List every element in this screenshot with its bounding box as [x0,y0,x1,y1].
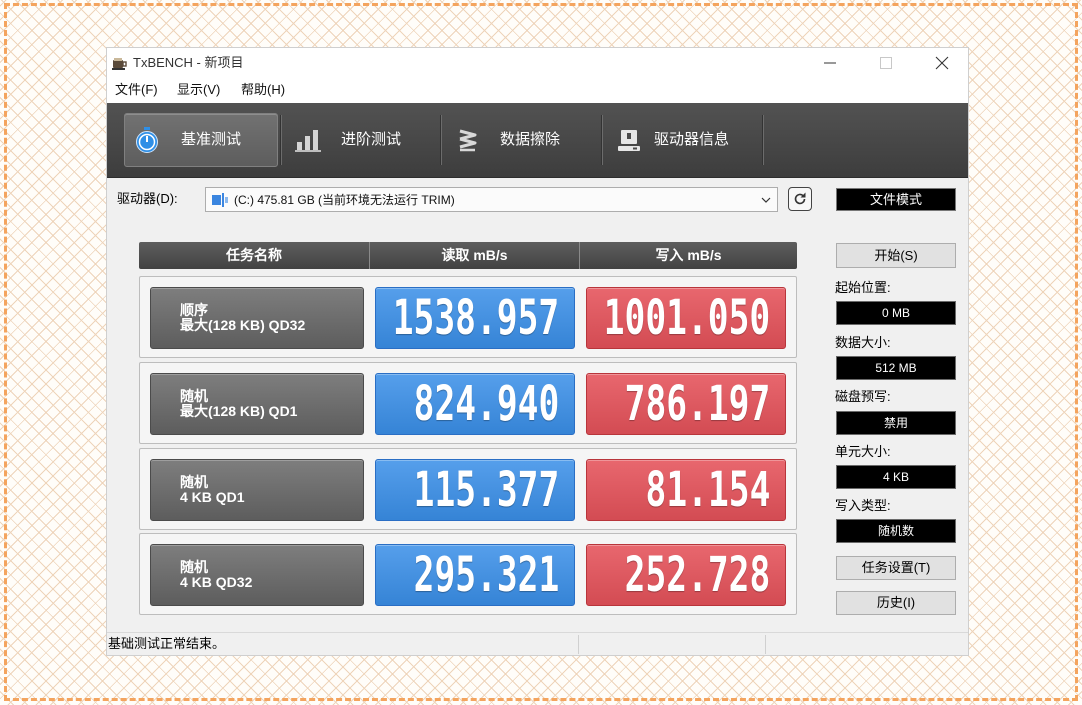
write-speed-value: 786.197 [624,376,770,432]
menu-help[interactable]: 帮助(H) [241,83,285,97]
tab-benchmark[interactable]: 基准测试 [124,113,278,167]
task-button[interactable]: 随机 最大(128 KB) QD1 [150,373,364,435]
read-speed-box: 1538.957 [375,287,575,349]
tab-drive-info-label: 驱动器信息 [654,131,730,148]
task-settings-button[interactable]: 任务设置(T) [836,556,956,580]
tab-erase-label: 数据擦除 [500,131,561,148]
minimize-icon[interactable] [823,56,837,70]
read-speed-box: 824.940 [375,373,575,435]
status-bar: 基础测试正常结束。 [107,632,968,655]
task-detail: 4 KB QD1 [180,489,245,505]
erase-wave-icon [459,129,477,152]
status-separator [765,635,766,654]
read-speed-value: 824.940 [413,376,559,432]
task-type: 随机 [180,559,208,575]
toolbar-separator [440,115,442,165]
start-position-label: 起始位置: [835,280,891,295]
main-toolbar: 基准测试 进阶测试 数据擦除 驱动器信息 [107,103,968,178]
table-row: 随机 最大(128 KB) QD1 824.940 786.197 [139,362,797,444]
maximize-icon[interactable] [879,56,893,70]
header-read: 读取 mB/s [369,242,579,269]
unit-size-value[interactable]: 4 KB [836,465,956,489]
drive-info-icon [618,130,640,151]
read-speed-box: 295.321 [375,544,575,606]
app-window: TxBENCH - 新项目 文件(F) 显示(V) 帮助(H) 基准测试 进阶测… [107,48,968,655]
write-speed-box: 786.197 [586,373,786,435]
menu-bar: 文件(F) 显示(V) 帮助(H) [107,78,968,103]
write-speed-box: 252.728 [586,544,786,606]
results-table-header: 任务名称 读取 mB/s 写入 mB/s [139,242,797,269]
chevron-down-icon [761,197,771,203]
start-button[interactable]: 开始(S) [836,243,956,268]
header-write: 写入 mB/s [579,242,797,269]
drive-select-value: (C:) 475.81 GB (当前环境无法运行 TRIM) [234,193,455,207]
task-type: 顺序 [180,302,208,318]
unit-size-label: 单元大小: [835,444,891,459]
task-button[interactable]: 随机 4 KB QD32 [150,544,364,606]
task-button[interactable]: 随机 4 KB QD1 [150,459,364,521]
tab-drive-info[interactable]: 驱动器信息 [608,113,762,167]
write-speed-value: 81.154 [645,462,770,518]
app-icon [112,58,127,70]
status-separator [578,635,579,654]
task-detail: 最大(128 KB) QD1 [180,403,298,419]
title-bar[interactable]: TxBENCH - 新项目 [107,48,968,78]
read-speed-value: 1538.957 [392,290,559,346]
write-speed-box: 81.154 [586,459,786,521]
drive-label: 驱动器(D): [117,191,178,206]
pre-write-label: 磁盘预写: [835,389,891,404]
window-title: TxBENCH - 新项目 [133,55,244,70]
file-mode-button[interactable]: 文件模式 [836,188,956,211]
drive-icon [212,193,228,207]
write-type-value[interactable]: 随机数 [836,519,956,543]
task-type: 随机 [180,474,208,490]
write-speed-value: 1001.050 [603,290,770,346]
refresh-icon [794,192,806,205]
data-size-label: 数据大小: [835,335,891,350]
refresh-button[interactable] [788,187,812,211]
stopwatch-icon [136,127,158,153]
tab-erase[interactable]: 数据擦除 [446,113,600,167]
menu-file[interactable]: 文件(F) [115,83,158,97]
read-speed-box: 115.377 [375,459,575,521]
write-type-label: 写入类型: [835,498,891,513]
table-row: 随机 4 KB QD32 295.321 252.728 [139,533,797,615]
toolbar-separator [601,115,603,165]
table-row: 随机 4 KB QD1 115.377 81.154 [139,448,797,530]
read-speed-value: 115.377 [413,462,559,518]
task-button[interactable]: 顺序 最大(128 KB) QD32 [150,287,364,349]
history-button[interactable]: 历史(I) [836,591,956,615]
toolbar-separator [280,115,282,165]
tab-advanced-label: 进阶测试 [341,131,402,148]
task-type: 随机 [180,388,208,404]
menu-view[interactable]: 显示(V) [177,83,220,97]
pre-write-value[interactable]: 禁用 [836,411,956,435]
start-position-value[interactable]: 0 MB [836,301,956,325]
close-icon[interactable] [935,56,949,70]
task-detail: 4 KB QD32 [180,574,253,590]
task-detail: 最大(128 KB) QD32 [180,317,306,333]
read-speed-value: 295.321 [413,547,559,603]
drive-select[interactable]: (C:) 475.81 GB (当前环境无法运行 TRIM) [205,187,778,212]
header-task-name: 任务名称 [226,247,282,263]
table-row: 顺序 最大(128 KB) QD32 1538.957 1001.050 [139,276,797,358]
tab-benchmark-label: 基准测试 [181,131,242,148]
toolbar-separator [762,115,764,165]
data-size-value[interactable]: 512 MB [836,356,956,380]
tab-advanced[interactable]: 进阶测试 [285,113,439,167]
write-speed-box: 1001.050 [586,287,786,349]
bar-chart-icon [295,130,321,152]
write-speed-value: 252.728 [624,547,770,603]
status-text: 基础测试正常结束。 [108,636,226,651]
